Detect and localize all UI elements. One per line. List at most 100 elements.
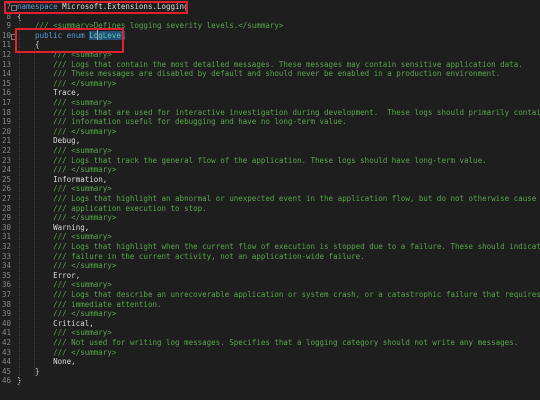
code-text[interactable]: /// application execution to stop. xyxy=(17,204,207,214)
comment-token: /// </summary> xyxy=(17,309,117,319)
code-text[interactable]: /// Logs that track the general flow of … xyxy=(17,156,487,166)
line-number: 12 xyxy=(1,50,11,59)
code-text[interactable]: /// Logs that are used for interactive i… xyxy=(17,108,540,118)
comment-token: /// <summary> xyxy=(17,184,112,194)
code-line[interactable]: 41 /// <summary> xyxy=(0,328,540,338)
line-number: 10 xyxy=(1,30,11,40)
code-line[interactable]: 18 /// Logs that are used for interactiv… xyxy=(0,108,540,118)
code-text[interactable]: /// </summary> xyxy=(17,309,116,319)
identifier-token: } xyxy=(17,366,40,376)
line-number: 14 xyxy=(1,69,11,79)
line-number: 44 xyxy=(1,357,11,367)
code-text[interactable]: /// Logs that highlight when the current… xyxy=(17,242,540,252)
code-text[interactable]: /// </summary> xyxy=(17,79,116,89)
code-line[interactable]: 20 /// </summary> xyxy=(0,127,540,137)
code-line[interactable]: 34 /// </summary> xyxy=(0,261,540,271)
identifier-token: Information, xyxy=(17,174,108,184)
comment-token: /// </summary> xyxy=(17,78,117,88)
code-text[interactable]: Trace, xyxy=(17,88,80,98)
code-line[interactable]: 27 /// Logs that highlight an abnormal o… xyxy=(0,194,540,204)
code-text[interactable]: /// immediate attention. xyxy=(17,299,162,310)
line-number: 20 xyxy=(1,126,11,136)
code-line[interactable]: 26 /// <summary> xyxy=(0,184,540,194)
comment-token: /// <summary> xyxy=(17,280,112,290)
code-line[interactable]: 28 /// application execution to stop. xyxy=(0,204,540,214)
code-line[interactable]: 35 Error, xyxy=(0,271,540,281)
code-text[interactable]: /// </summary> xyxy=(17,348,116,358)
comment-token: /// <summary> xyxy=(17,146,112,155)
line-number: 24 xyxy=(1,165,11,175)
line-number: 18 xyxy=(1,107,11,117)
code-text[interactable]: /// <summary> xyxy=(17,280,112,290)
code-line[interactable]: 44 None, xyxy=(0,357,540,367)
identifier-token: Warning, xyxy=(17,222,90,232)
line-number: 38 xyxy=(1,299,11,309)
code-editor[interactable]: 7 namespace Microsoft.Extensions.Logging 8… xyxy=(0,0,540,400)
code-line[interactable]: 29 /// </summary> xyxy=(0,213,540,223)
code-text[interactable]: /// </summary> xyxy=(17,165,116,175)
code-text[interactable]: /// <summary> xyxy=(17,232,112,242)
code-text[interactable]: /// <summary> xyxy=(17,184,112,194)
code-text[interactable]: /// <summary> xyxy=(17,146,112,156)
line-number: 28 xyxy=(1,203,11,213)
code-line[interactable]: 31 /// <summary> xyxy=(0,232,540,242)
code-text[interactable]: /// Logs that contain the most detailed … xyxy=(17,60,523,70)
code-line[interactable]: 46} xyxy=(0,376,540,386)
code-line[interactable]: 17 /// <summary> xyxy=(0,98,540,108)
code-line[interactable]: 43 /// </summary> xyxy=(0,348,540,358)
code-line[interactable]: 14 /// These messages are disabled by de… xyxy=(0,69,540,79)
code-line[interactable]: 39 /// </summary> xyxy=(0,309,540,319)
code-text[interactable]: Error, xyxy=(17,271,80,281)
code-line[interactable]: 40 Critical, xyxy=(0,319,540,329)
indent-guide-enum xyxy=(34,48,35,376)
code-text[interactable]: } xyxy=(17,367,40,377)
code-line[interactable]: 23 /// Logs that track the general flow … xyxy=(0,156,540,166)
code-text[interactable]: /// </summary> xyxy=(17,127,116,137)
code-line[interactable]: 42 /// Not used for writing log messages… xyxy=(0,338,540,348)
comment-token: /// immediate attention. xyxy=(17,299,162,309)
code-line[interactable]: 36 /// <summary> xyxy=(0,280,540,290)
line-number: 9 xyxy=(6,21,11,31)
comment-token: /// <summary> xyxy=(17,328,112,338)
code-text[interactable]: /// Not used for writing log messages. S… xyxy=(17,338,518,348)
code-text[interactable]: /// Logs that highlight an abnormal or u… xyxy=(17,194,540,204)
code-line[interactable]: 13 /// Logs that contain the most detail… xyxy=(0,60,540,70)
code-text[interactable]: /// <summary> xyxy=(17,98,112,108)
comment-token: /// failure in the current activity, not… xyxy=(17,251,365,261)
code-text[interactable]: /// <summary> xyxy=(17,328,112,338)
line-number: 37 xyxy=(1,290,11,299)
code-text[interactable]: Debug, xyxy=(17,136,80,146)
code-line[interactable]: 22 /// <summary> xyxy=(0,146,540,156)
comment-token: /// </summary> xyxy=(17,213,117,223)
code-line[interactable]: 21 Debug, xyxy=(0,136,540,146)
line-number: 30 xyxy=(1,222,11,232)
code-text[interactable]: /// </summary> xyxy=(17,261,116,271)
code-text[interactable]: /// failure in the current activity, not… xyxy=(17,252,365,262)
code-line[interactable]: 16 Trace, xyxy=(0,88,540,98)
code-text[interactable]: None, xyxy=(17,357,76,367)
line-number: 25 xyxy=(1,174,11,184)
code-line[interactable]: 45 } xyxy=(0,367,540,377)
code-line[interactable]: 33 /// failure in the current activity, … xyxy=(0,252,540,262)
comment-token: /// These messages are disabled by defau… xyxy=(17,69,501,79)
code-line[interactable]: 19 /// information useful for debugging … xyxy=(0,117,540,127)
code-line[interactable]: 32 /// Logs that highlight when the curr… xyxy=(0,242,540,252)
line-number: 27 xyxy=(1,194,11,203)
line-number: 16 xyxy=(1,88,11,98)
code-line[interactable]: 24 /// </summary> xyxy=(0,165,540,175)
code-text[interactable]: /// Logs that describe an unrecoverable … xyxy=(17,290,540,300)
code-text[interactable]: Warning, xyxy=(17,223,89,233)
code-line[interactable]: 15 /// </summary> xyxy=(0,79,540,89)
code-line[interactable]: 25 Information, xyxy=(0,175,540,185)
line-number: 33 xyxy=(1,251,11,261)
code-line[interactable]: 30 Warning, xyxy=(0,223,540,233)
line-number: 34 xyxy=(1,261,11,271)
code-line[interactable]: 38 /// immediate attention. xyxy=(0,300,540,310)
code-text[interactable]: Critical, xyxy=(17,319,94,329)
code-line[interactable]: 37 /// Logs that describe an unrecoverab… xyxy=(0,290,540,300)
code-text[interactable]: /// These messages are disabled by defau… xyxy=(17,69,500,79)
code-text[interactable]: Information, xyxy=(17,175,107,185)
code-text[interactable]: /// information useful for debugging and… xyxy=(17,117,347,127)
identifier-token: Error, xyxy=(17,270,81,280)
code-text[interactable]: /// </summary> xyxy=(17,213,116,223)
